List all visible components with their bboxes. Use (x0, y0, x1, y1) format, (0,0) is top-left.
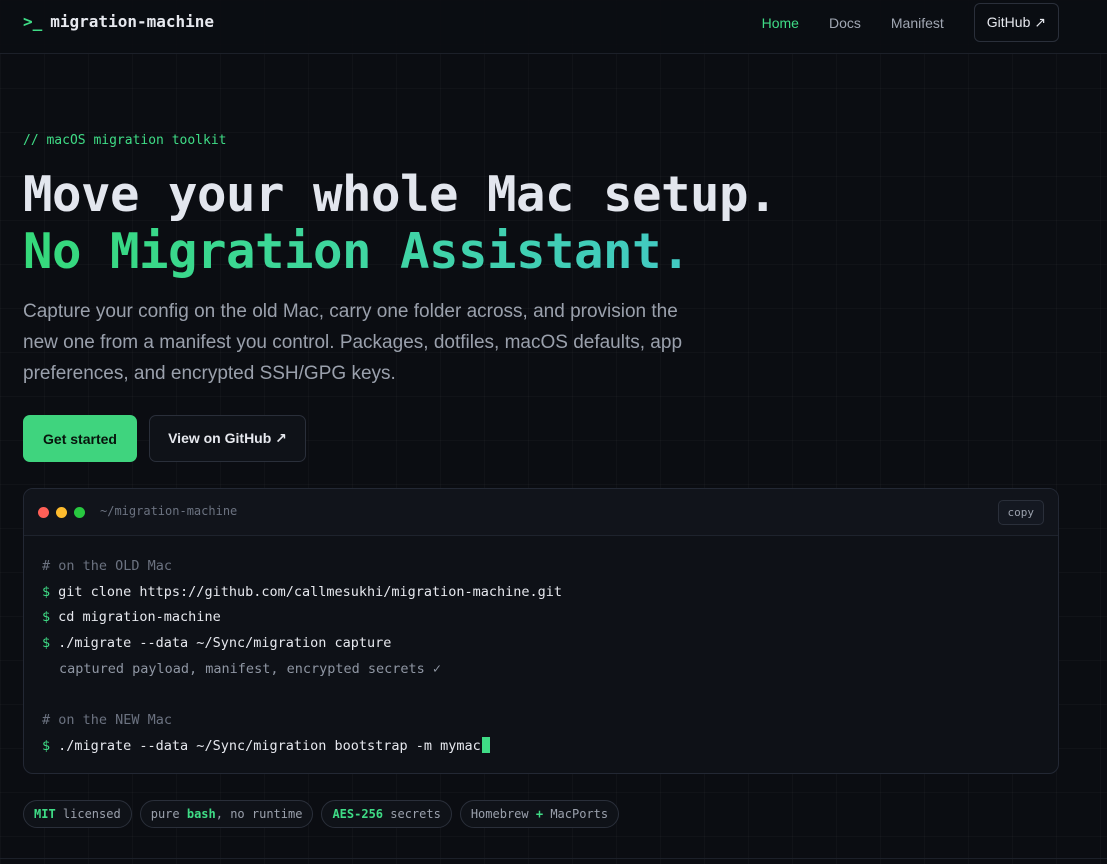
feature-badges: MIT licensed pure bash, no runtime AES-2… (23, 800, 620, 828)
hero-title-line2: No Migration Assistant. (23, 223, 691, 280)
terminal-title: ~/migration-machine (100, 504, 238, 518)
badge-text: , no runtime (215, 807, 303, 821)
terminal-command-line: $ cd migration-machine (42, 605, 1058, 631)
nav-links: Home Docs Manifest GitHub ↗ (762, 3, 1059, 42)
badge-text: licensed (55, 807, 121, 821)
maximize-dot-icon (74, 507, 85, 518)
badge-encryption: AES-256 secrets (321, 800, 452, 828)
terminal-command-line: $ git clone https://github.com/callmesukh… (42, 580, 1058, 606)
terminal-command: cd migration-machine (58, 609, 221, 626)
prompt-dollar: $ (42, 635, 51, 652)
view-on-github-button[interactable]: View on GitHub ↗ (149, 415, 306, 462)
terminal-titlebar: ~/migration-machine copy (24, 489, 1058, 536)
cursor-block-icon (481, 736, 490, 753)
terminal-command: ./migrate --data ~/Sync/migration bootst… (58, 737, 481, 754)
nav-link-docs[interactable]: Docs (829, 15, 861, 31)
terminal-output: captured payload, manifest, encrypted se… (59, 660, 442, 677)
badge-license: MIT licensed (23, 800, 132, 828)
nav-link-manifest[interactable]: Manifest (891, 15, 944, 31)
terminal-command: ./migrate --data ~/Sync/migration captur… (58, 635, 392, 652)
badge-text: secrets (383, 807, 441, 821)
top-nav: >_ migration-machine Home Docs Manifest G… (0, 0, 1107, 54)
nav-github-button[interactable]: GitHub ↗ (973, 3, 1059, 42)
terminal-body[interactable]: # on the OLD Mac $ git clone https://gith… (24, 536, 1058, 760)
hero-title: Move your whole Mac setup. No Migration … (23, 166, 1023, 280)
get-started-button[interactable]: Get started (23, 415, 137, 462)
badge-bash: pure bash, no runtime (139, 800, 314, 828)
nav-link-home[interactable]: Home (762, 15, 799, 31)
badge-highlight: MIT (34, 807, 56, 821)
badge-package-managers: Homebrew + MacPorts (459, 800, 620, 828)
badge-highlight: bash (186, 807, 216, 821)
terminal-comment: # on the NEW Mac (42, 712, 173, 729)
section-divider (0, 858, 1107, 859)
terminal-prompt-icon: >_ (23, 12, 43, 31)
badge-highlight: AES-256 (332, 807, 384, 821)
brand-name: migration-machine (50, 12, 215, 31)
terminal-command-line: $ ./migrate --data ~/Sync/migration captu… (42, 631, 1058, 657)
close-dot-icon (38, 507, 49, 518)
terminal-window: ~/migration-machine copy # on the OLD Ma… (23, 488, 1059, 774)
badge-text: pure (150, 807, 187, 821)
badge-text: MacPorts (543, 807, 609, 821)
prompt-dollar: $ (42, 583, 51, 600)
minimize-dot-icon (56, 507, 67, 518)
hero-title-line1: Move your whole Mac setup. (23, 166, 778, 223)
terminal-command: git clone https://github.com/callmesukhi… (58, 583, 563, 600)
terminal-command-line: $ ./migrate --data ~/Sync/migration boots… (42, 734, 1058, 760)
badge-highlight: + (535, 807, 544, 821)
hero-eyebrow: // macOS migration toolkit (23, 133, 227, 148)
copy-button[interactable]: copy (997, 500, 1044, 525)
badge-text: Homebrew (470, 807, 536, 821)
prompt-dollar: $ (42, 737, 51, 754)
brand-logo[interactable]: >_ migration-machine (23, 12, 214, 31)
hero-description: Capture your config on the old Mac, carr… (23, 301, 683, 384)
terminal-comment: # on the OLD Mac (42, 558, 173, 574)
prompt-dollar: $ (42, 609, 51, 626)
